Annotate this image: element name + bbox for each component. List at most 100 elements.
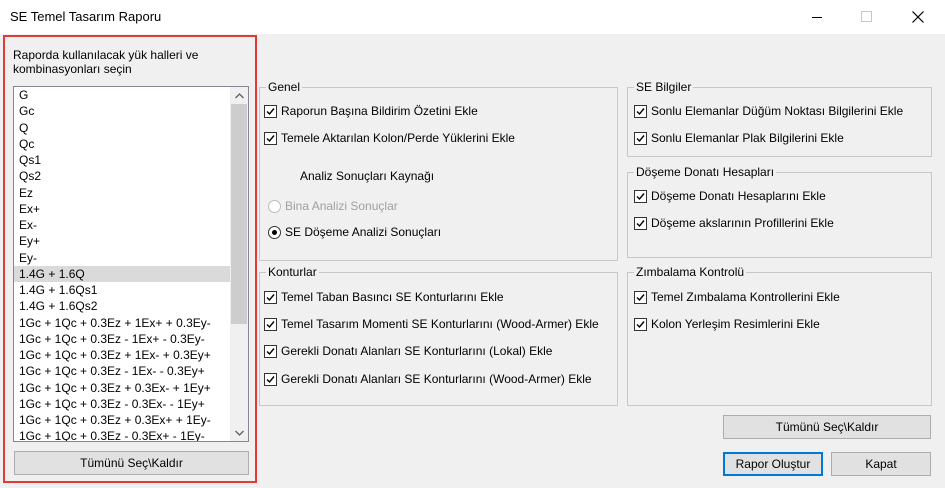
close-window-button[interactable] (895, 0, 941, 34)
konturlar-group-title: Konturlar (266, 265, 319, 279)
doseme-group: Döşeme Donatı Hesapları (627, 165, 932, 258)
analysis-source-label: Analiz Sonuçları Kaynağı (300, 169, 435, 183)
checkbox-label: Temel Tasarım Momenti SE Konturlarını (W… (281, 317, 599, 331)
checkbox-label: Temel Zımbalama Kontrollerini Ekle (651, 290, 840, 304)
checkbox-box (264, 372, 277, 386)
checkbox-label: Temele Aktarılan Kolon/Perde Yüklerini E… (281, 131, 515, 145)
list-item[interactable]: 1.4G + 1.6Q (14, 265, 230, 282)
radio-circle (268, 225, 281, 239)
radio-selected-dot (272, 229, 277, 235)
checkmark-icon (636, 192, 645, 200)
list-item[interactable]: Qs2 (14, 168, 230, 184)
list-item[interactable]: 1Gc + 1Qc + 0.3Ez - 0.3Ex+ - 1Ey- (14, 428, 230, 441)
list-item[interactable]: Ex+ (14, 201, 230, 217)
list-item[interactable]: Ez (14, 185, 230, 201)
radio-label: SE Döşeme Analizi Sonuçları (285, 225, 442, 239)
maximize-button[interactable] (844, 0, 890, 34)
list-item[interactable]: Ex- (14, 217, 230, 233)
checkbox-box (634, 189, 647, 203)
list-item[interactable]: 1Gc + 1Qc + 0.3Ez - 0.3Ex- - 1Ey+ (14, 396, 230, 412)
checkbox-box (264, 317, 277, 331)
select-all-options-button[interactable]: Tümünü Seç\Kaldır (723, 415, 931, 439)
left-select-all-button[interactable]: Tümünü Seç\Kaldır (14, 451, 249, 475)
rebar-wood-armer-contour-checkbox[interactable]: Gerekli Donatı Alanları SE Konturlarını … (264, 372, 592, 386)
slab-rebar-checkbox[interactable]: Döşeme Donatı Hesaplarını Ekle (634, 189, 826, 203)
checkbox-box (264, 131, 277, 145)
checkmark-icon (636, 320, 645, 328)
checkmark-icon (266, 134, 275, 142)
list-item[interactable]: Q (14, 120, 230, 136)
checkmark-icon (266, 375, 275, 383)
checkmark-icon (266, 107, 275, 115)
checkmark-icon (636, 107, 645, 115)
genel-group-title: Genel (266, 80, 303, 94)
se-bilgiler-group-title: SE Bilgiler (634, 80, 694, 94)
scroll-down-button[interactable] (230, 424, 248, 441)
checkbox-label: Sonlu Elemanlar Düğüm Noktası Bilgilerin… (651, 104, 904, 118)
load-selection-label: Raporda kullanılacak yük halleri ve komb… (13, 48, 199, 76)
create-report-button[interactable]: Rapor Oluştur (723, 452, 823, 476)
slab-axis-profiles-checkbox[interactable]: Döşeme akslarının Profillerini Ekle (634, 216, 834, 230)
zimbalama-group-title: Zımbalama Kontrolü (634, 265, 747, 279)
list-item[interactable]: 1Gc + 1Qc + 0.3Ez - 1Ex- - 0.3Ey+ (14, 363, 230, 379)
checkbox-label: Gerekli Donatı Alanları SE Konturlarını … (281, 372, 592, 386)
checkbox-label: Döşeme Donatı Hesaplarını Ekle (651, 189, 826, 203)
list-item[interactable]: G (14, 87, 230, 103)
close-icon (912, 11, 924, 23)
checkbox-box (264, 344, 277, 358)
plate-info-checkbox[interactable]: Sonlu Elemanlar Plak Bilgilerini Ekle (634, 131, 844, 145)
chevron-up-icon (234, 92, 244, 98)
close-button[interactable]: Kapat (831, 452, 931, 476)
checkmark-icon (266, 293, 275, 301)
checkbox-box (634, 216, 647, 230)
maximize-icon (861, 11, 872, 22)
checkmark-icon (266, 320, 275, 328)
column-layout-checkbox[interactable]: Kolon Yerleşim Resimlerini Ekle (634, 317, 820, 331)
list-item[interactable]: Gc (14, 103, 230, 119)
checkbox-box (264, 290, 277, 304)
column-loads-checkbox[interactable]: Temele Aktarılan Kolon/Perde Yüklerini E… (264, 131, 515, 145)
checkbox-box (634, 104, 647, 118)
list-item[interactable]: Ey+ (14, 233, 230, 249)
checkmark-icon (636, 293, 645, 301)
list-item[interactable]: 1Gc + 1Qc + 0.3Ez + 0.3Ex+ + 1Ey- (14, 412, 230, 428)
list-item[interactable]: Qs1 (14, 152, 230, 168)
load-combination-list[interactable]: G Gc Q Qc Qs1 Qs2 Ez Ex+ Ex- Ey+ Ey- 1.4G + 1.6Q 1.4… (13, 86, 249, 442)
minimize-button[interactable] (794, 0, 840, 34)
checkmark-icon (636, 134, 645, 142)
list-item[interactable]: 1.4G + 1.6Qs1 (14, 282, 230, 298)
slab-analysis-radio[interactable]: SE Döşeme Analizi Sonuçları (268, 225, 441, 239)
list-items: G Gc Q Qc Qs1 Qs2 Ez Ex+ Ex- Ey+ Ey- 1.4G + 1.6Q 1.4… (14, 87, 230, 441)
list-item[interactable]: 1Gc + 1Qc + 0.3Ez + 1Ex- + 0.3Ey+ (14, 347, 230, 363)
checkmark-icon (636, 219, 645, 227)
se-bilgiler-group: SE Bilgiler (627, 80, 932, 157)
chevron-down-icon (234, 430, 244, 436)
scroll-thumb[interactable] (231, 104, 247, 324)
list-scrollbar[interactable] (230, 87, 248, 441)
checkbox-box (634, 317, 647, 331)
checkbox-box (634, 290, 647, 304)
checkmark-icon (266, 347, 275, 355)
checkbox-label: Döşeme akslarının Profillerini Ekle (651, 216, 834, 230)
window-title: SE Temel Tasarım Raporu (10, 9, 162, 24)
punching-check-checkbox[interactable]: Temel Zımbalama Kontrollerini Ekle (634, 290, 840, 304)
title-bar: SE Temel Tasarım Raporu (0, 0, 945, 34)
list-item[interactable]: 1Gc + 1Qc + 0.3Ez + 1Ex+ + 0.3Ey- (14, 315, 230, 331)
list-item[interactable]: 1Gc + 1Qc + 0.3Ez + 0.3Ex- + 1Ey+ (14, 380, 230, 396)
list-item[interactable]: Qc (14, 136, 230, 152)
design-moment-contour-checkbox[interactable]: Temel Tasarım Momenti SE Konturlarını (W… (264, 317, 599, 331)
radio-circle (268, 199, 281, 213)
base-pressure-contour-checkbox[interactable]: Temel Taban Basıncı SE Konturlarını Ekle (264, 290, 504, 304)
minimize-icon (812, 17, 822, 18)
scroll-up-button[interactable] (230, 87, 248, 104)
checkbox-box (264, 104, 277, 118)
checkbox-label: Raporun Başına Bildirim Özetini Ekle (281, 104, 478, 118)
checkbox-label: Kolon Yerleşim Resimlerini Ekle (651, 317, 820, 331)
report-summary-checkbox[interactable]: Raporun Başına Bildirim Özetini Ekle (264, 104, 478, 118)
list-item[interactable]: Ey- (14, 250, 230, 266)
list-item[interactable]: 1.4G + 1.6Qs2 (14, 298, 230, 314)
rebar-local-contour-checkbox[interactable]: Gerekli Donatı Alanları SE Konturlarını … (264, 344, 552, 358)
list-item[interactable]: 1Gc + 1Qc + 0.3Ez - 1Ex+ - 0.3Ey- (14, 331, 230, 347)
checkbox-label: Gerekli Donatı Alanları SE Konturlarını … (281, 344, 553, 358)
node-info-checkbox[interactable]: Sonlu Elemanlar Düğüm Noktası Bilgilerin… (634, 104, 903, 118)
